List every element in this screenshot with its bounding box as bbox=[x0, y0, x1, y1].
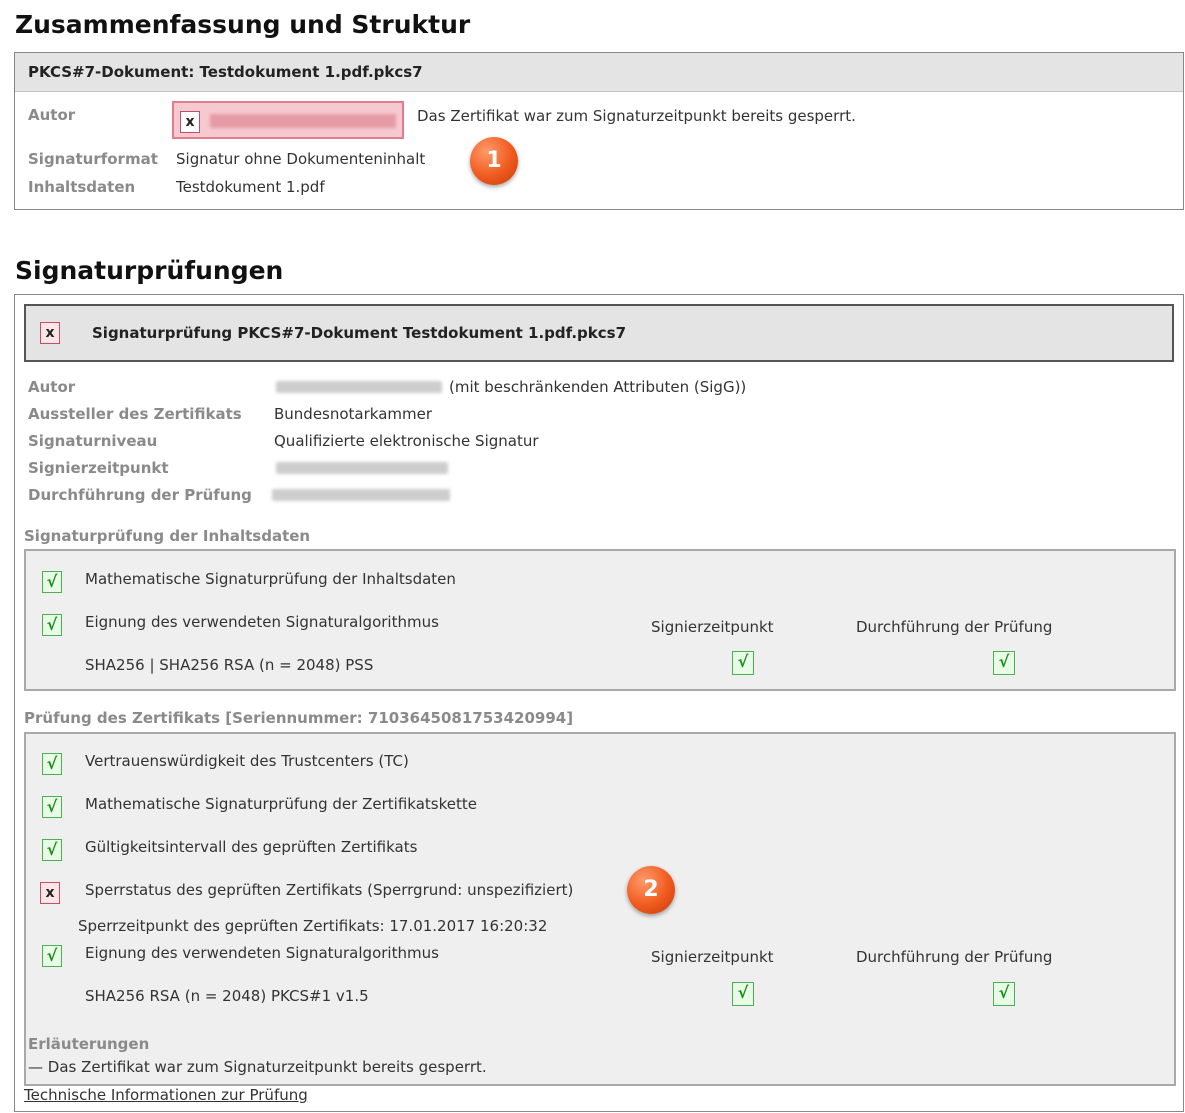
certificate-status-text: Das Zertifikat war zum Signaturzeitpunkt… bbox=[417, 107, 856, 125]
validity-check-icon: √ bbox=[42, 839, 62, 861]
summary-autor-label: Autor bbox=[28, 106, 76, 124]
trustcenter-check-text: Vertrauenswürdigkeit des Trustcenters (T… bbox=[85, 752, 409, 770]
cert-col-signing-time: Signierzeitpunkt bbox=[651, 948, 774, 966]
issuer-value: Bundesnotarkammer bbox=[274, 405, 433, 423]
cert-algo-check-icon: √ bbox=[42, 945, 62, 967]
verification-time-label: Durchführung der Prüfung bbox=[28, 486, 252, 504]
checks-header-title: Signaturprüfung PKCS#7-Dokument Testdoku… bbox=[92, 324, 627, 342]
revocation-failed-icon: x bbox=[40, 882, 60, 904]
autor-label: Autor bbox=[28, 378, 76, 396]
notes-title: Erläuterungen bbox=[28, 1035, 150, 1053]
chain-check-icon: √ bbox=[42, 796, 62, 818]
chain-check-text: Mathematische Signaturprüfung der Zertif… bbox=[85, 795, 477, 813]
signature-format-value: Signatur ohne Dokumenteninhalt bbox=[176, 150, 426, 168]
checks-heading: Signaturprüfungen bbox=[15, 256, 284, 285]
signature-level-value: Qualifizierte elektronische Signatur bbox=[274, 432, 539, 450]
content-algo-value: SHA256 | SHA256 RSA (n = 2048) PSS bbox=[85, 656, 374, 674]
author-name-redacted bbox=[210, 114, 396, 128]
cert-signing-time-check-icon: √ bbox=[732, 982, 754, 1006]
cert-col-verification: Durchführung der Prüfung bbox=[856, 948, 1053, 966]
content-col-signing-time: Signierzeitpunkt bbox=[651, 618, 774, 636]
issuer-label: Aussteller des Zertifikats bbox=[28, 405, 242, 423]
content-col-verification: Durchführung der Prüfung bbox=[856, 618, 1053, 636]
signing-time-label: Signierzeitpunkt bbox=[28, 459, 169, 477]
signing-time-redacted bbox=[276, 462, 448, 474]
callout-badge-2: 2 bbox=[627, 866, 675, 914]
content-data-label: Inhaltsdaten bbox=[28, 178, 136, 196]
notes-text: — Das Zertifikat war zum Signaturzeitpun… bbox=[28, 1058, 487, 1076]
content-data-value: Testdokument 1.pdf bbox=[176, 178, 325, 196]
content-algo-check-icon: √ bbox=[42, 614, 62, 636]
trustcenter-check-icon: √ bbox=[42, 753, 62, 775]
cert-algo-check-text: Eignung des verwendeten Signaturalgorith… bbox=[85, 944, 439, 962]
author-invalid-icon: x bbox=[180, 111, 200, 133]
verification-time-redacted bbox=[272, 489, 450, 501]
content-check-title: Signaturprüfung der Inhaltsdaten bbox=[24, 527, 311, 545]
autor-name-redacted bbox=[276, 381, 442, 393]
cert-check-panel bbox=[24, 732, 1176, 1086]
content-math-check-text: Mathematische Signaturprüfung der Inhalt… bbox=[85, 570, 456, 588]
summary-heading: Zusammenfassung und Struktur bbox=[15, 10, 471, 39]
content-signing-time-check-icon: √ bbox=[732, 651, 754, 675]
cert-algo-value: SHA256 RSA (n = 2048) PKCS#1 v1.5 bbox=[85, 987, 369, 1005]
signature-format-label: Signaturformat bbox=[28, 150, 158, 168]
revocation-time-text: Sperrzeitpunkt des geprüften Zertifikats… bbox=[78, 917, 548, 935]
content-verification-check-icon: √ bbox=[993, 651, 1015, 675]
technical-info-link[interactable]: Technische Informationen zur Prüfung bbox=[24, 1086, 308, 1104]
signature-level-label: Signaturniveau bbox=[28, 432, 158, 450]
autor-attributes: (mit beschränkenden Attributen (SigG)) bbox=[449, 378, 747, 396]
summary-doc-header: PKCS#7-Dokument: Testdokument 1.pdf.pkcs… bbox=[15, 53, 1183, 92]
cert-check-title: Prüfung des Zertifikats [Seriennummer: 7… bbox=[24, 709, 574, 727]
cert-verification-check-icon: √ bbox=[993, 982, 1015, 1006]
content-math-check-icon: √ bbox=[42, 571, 62, 593]
check-failed-icon: x bbox=[40, 322, 60, 344]
validity-check-text: Gültigkeitsintervall des geprüften Zerti… bbox=[85, 838, 418, 856]
revocation-check-text: Sperrstatus des geprüften Zertifikats (S… bbox=[85, 881, 574, 899]
content-algo-check-text: Eignung des verwendeten Signaturalgorith… bbox=[85, 613, 439, 631]
callout-badge-1: 1 bbox=[470, 137, 518, 185]
